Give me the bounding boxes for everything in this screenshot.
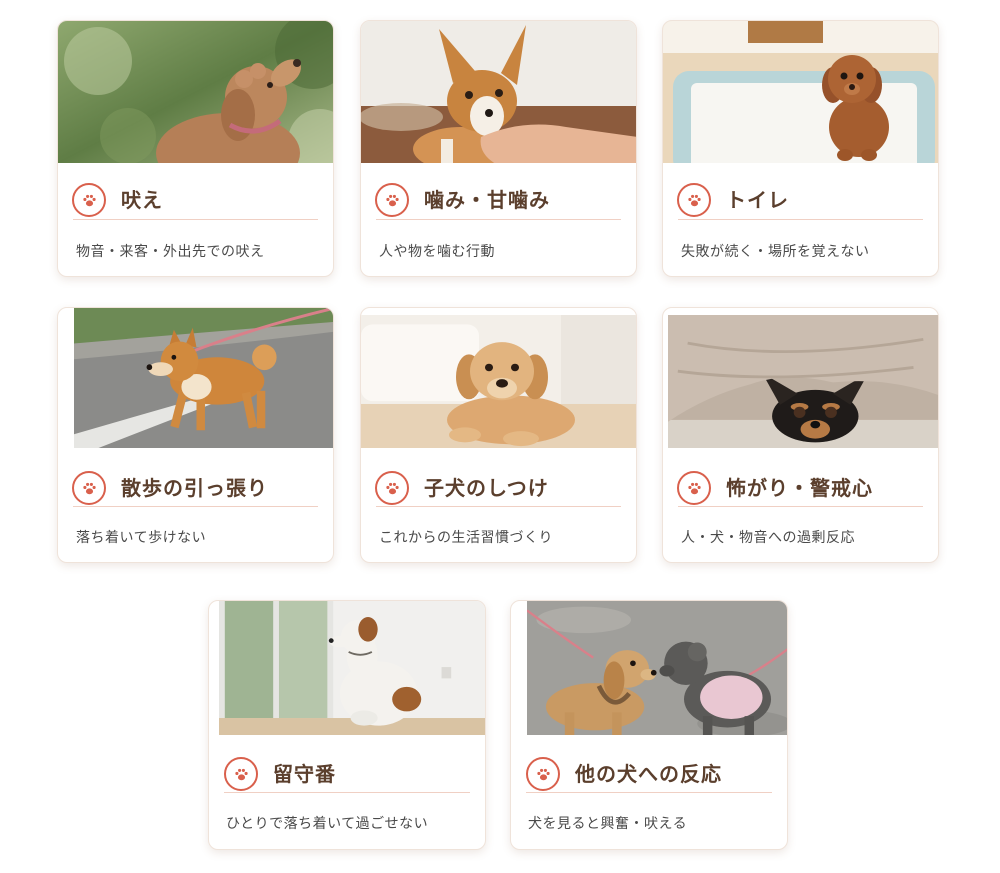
divider: [73, 506, 318, 507]
card-photo-barking-dog: [58, 21, 333, 163]
card-description: 物音・来客・外出先での吠え: [76, 244, 265, 260]
card-description: これからの生活習慣づくり: [379, 530, 553, 546]
paw-icon: [375, 471, 409, 505]
card-photo-shiba-walking: [74, 308, 333, 448]
card-description: 犬を見ると興奮・吠える: [528, 816, 688, 832]
divider: [224, 792, 470, 793]
card-description: 落ち着いて歩けない: [76, 530, 207, 546]
card-leash-pulling[interactable]: 散歩の引っ張り 落ち着いて歩けない: [57, 307, 334, 563]
card-barking[interactable]: 吠え 物音・来客・外出先での吠え: [57, 20, 334, 277]
card-dog-reactivity[interactable]: 他の犬への反応 犬を見ると興奮・吠える: [510, 600, 788, 850]
divider: [73, 219, 318, 220]
card-photo-hiding-chihuahua: [668, 315, 938, 448]
card-description: 失敗が続く・場所を覚えない: [681, 244, 870, 260]
card-photo-golden-puppy: [361, 315, 636, 448]
divider: [526, 792, 772, 793]
card-title: 散歩の引っ張り: [121, 476, 268, 500]
card-description: 人や物を噛む行動: [379, 244, 495, 260]
divider: [678, 506, 923, 507]
card-title: 怖がり・警戒心: [726, 476, 873, 500]
paw-icon: [526, 757, 560, 791]
card-photo-dog-at-window: [219, 601, 485, 735]
paw-icon: [375, 183, 409, 217]
card-description: ひとりで落ち着いて過ごせない: [226, 816, 429, 832]
card-home-alone[interactable]: 留守番 ひとりで落ち着いて過ごせない: [208, 600, 486, 850]
divider: [376, 506, 621, 507]
card-title: 留守番: [273, 762, 336, 786]
paw-icon: [72, 183, 106, 217]
card-biting[interactable]: 噛み・甘噛み 人や物を噛む行動: [360, 20, 637, 277]
paw-icon: [677, 471, 711, 505]
paw-icon: [224, 757, 258, 791]
divider: [376, 219, 621, 220]
card-title: 他の犬への反応: [575, 762, 722, 786]
card-title: 吠え: [121, 188, 163, 212]
paw-icon: [677, 183, 711, 217]
card-title: 子犬のしつけ: [424, 476, 549, 500]
card-photo-two-dogs: [527, 601, 787, 735]
card-puppy-training[interactable]: 子犬のしつけ これからの生活習慣づくり: [360, 307, 637, 563]
card-title: トイレ: [726, 188, 789, 212]
card-title: 噛み・甘噛み: [424, 188, 550, 212]
card-photo-biting-puppy: [361, 21, 636, 163]
card-fearfulness[interactable]: 怖がり・警戒心 人・犬・物音への過剰反応: [662, 307, 939, 563]
card-description: 人・犬・物音への過剰反応: [681, 530, 855, 546]
card-photo-toilet-poodle: [663, 21, 938, 163]
card-toilet[interactable]: トイレ 失敗が続く・場所を覚えない: [662, 20, 939, 277]
divider: [678, 219, 923, 220]
paw-icon: [72, 471, 106, 505]
